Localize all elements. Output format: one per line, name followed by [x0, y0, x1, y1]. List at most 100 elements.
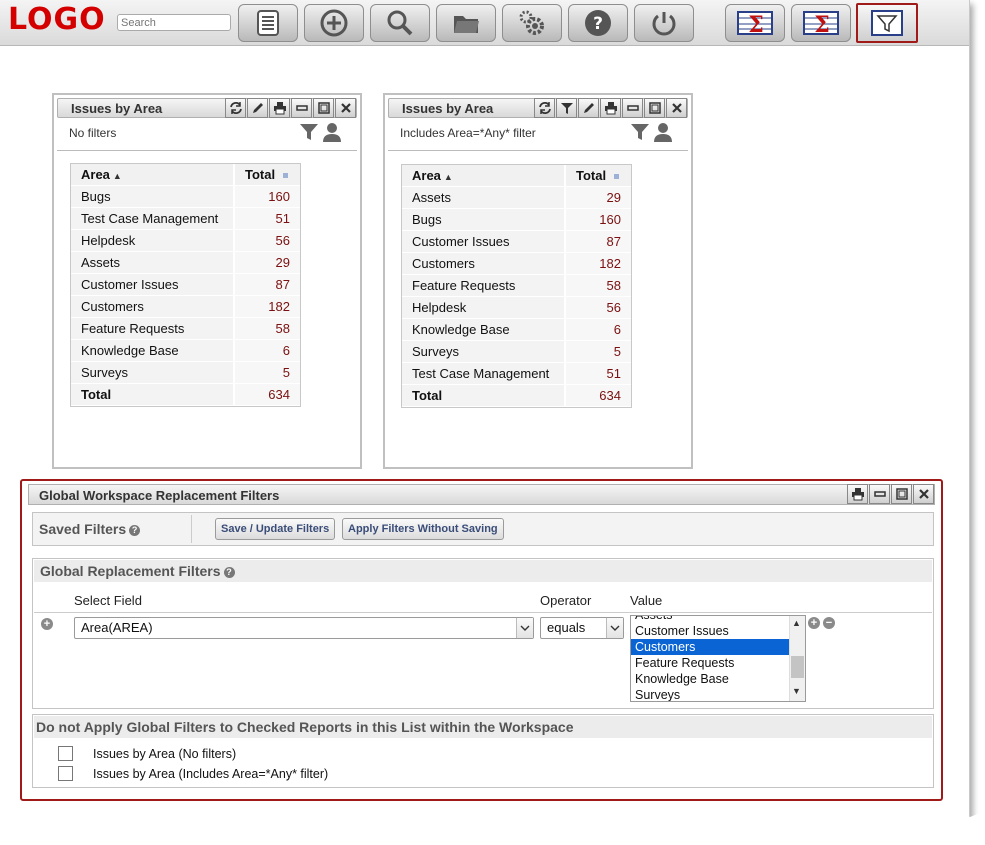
table-row[interactable]: Assets 29: [402, 187, 631, 209]
power-button[interactable]: [634, 4, 694, 42]
search-input[interactable]: [117, 14, 231, 31]
column-header-area[interactable]: Area ▲: [402, 165, 564, 187]
minimize-button[interactable]: [622, 98, 643, 118]
filter-icon[interactable]: [630, 122, 650, 142]
total-cell[interactable]: 87: [563, 231, 631, 253]
filter-icon[interactable]: [299, 122, 319, 142]
table-row[interactable]: Bugs 160: [402, 209, 631, 231]
value-option[interactable]: Knowledge Base: [631, 671, 789, 687]
help-icon[interactable]: ?: [129, 525, 141, 536]
save-update-filters-button[interactable]: Save / Update Filters: [215, 518, 336, 540]
table-row[interactable]: Bugs 160: [71, 186, 300, 208]
exclude-report-checkbox-2[interactable]: [58, 766, 73, 781]
value-option[interactable]: Assets: [631, 616, 789, 623]
user-icon[interactable]: [322, 122, 342, 142]
total-cell[interactable]: 51: [563, 363, 631, 385]
column-header-area[interactable]: Area ▲: [71, 164, 233, 186]
table-row[interactable]: Helpdesk 56: [402, 297, 631, 319]
column-header-total[interactable]: Total: [563, 165, 631, 187]
report-button-1[interactable]: Σ: [725, 4, 785, 42]
total-cell[interactable]: 160: [563, 209, 631, 231]
total-cell[interactable]: 182: [563, 253, 631, 275]
close-button[interactable]: [913, 484, 934, 504]
close-button[interactable]: [666, 98, 687, 118]
column-header-total[interactable]: Total: [232, 164, 300, 186]
report-button-2[interactable]: Σ: [791, 4, 851, 42]
minimize-button[interactable]: [869, 484, 890, 504]
value-option[interactable]: Customers: [631, 639, 789, 655]
maximize-button[interactable]: [891, 484, 912, 504]
table-row[interactable]: Customer Issues 87: [71, 274, 300, 296]
value-option[interactable]: Feature Requests: [631, 655, 789, 671]
total-value[interactable]: 634: [232, 384, 300, 406]
print-button[interactable]: [269, 98, 290, 118]
table-row[interactable]: Knowledge Base 6: [71, 340, 300, 362]
remove-value-icon[interactable]: −: [823, 617, 835, 629]
table-row[interactable]: Test Case Management 51: [402, 363, 631, 385]
total-cell[interactable]: 58: [563, 275, 631, 297]
total-cell[interactable]: 6: [563, 319, 631, 341]
apply-filters-without-saving-button[interactable]: Apply Filters Without Saving: [342, 518, 504, 540]
list-button[interactable]: [238, 4, 298, 42]
help-icon[interactable]: ?: [223, 567, 235, 578]
select-field-dropdown[interactable]: Area(AREA): [74, 617, 534, 639]
total-cell[interactable]: 6: [232, 340, 300, 362]
user-icon[interactable]: [653, 122, 673, 142]
total-cell[interactable]: 87: [232, 274, 300, 296]
total-cell[interactable]: 182: [232, 296, 300, 318]
maximize-icon: [895, 488, 908, 500]
close-button[interactable]: [335, 98, 356, 118]
table-row[interactable]: Test Case Management 51: [71, 208, 300, 230]
scrollbar-thumb[interactable]: [791, 656, 804, 678]
filter-icon: [871, 10, 903, 36]
add-filter-row-icon[interactable]: +: [41, 618, 53, 630]
refresh-button[interactable]: [225, 98, 246, 118]
gears-icon: [519, 10, 544, 35]
table-row[interactable]: Helpdesk 56: [71, 230, 300, 252]
total-value[interactable]: 634: [563, 385, 631, 407]
maximize-button[interactable]: [313, 98, 334, 118]
edit-button[interactable]: [578, 98, 599, 118]
value-option[interactable]: Customer Issues: [631, 623, 789, 639]
print-button[interactable]: [847, 484, 868, 504]
print-button[interactable]: [600, 98, 621, 118]
total-cell[interactable]: 58: [232, 318, 300, 340]
table-row[interactable]: Surveys 5: [402, 341, 631, 363]
total-cell[interactable]: 5: [232, 362, 300, 384]
value-listbox[interactable]: Assets Customer Issues Customers Feature Re…: [630, 615, 806, 702]
total-cell[interactable]: 29: [232, 252, 300, 274]
total-cell[interactable]: 56: [563, 297, 631, 319]
value-listbox-scrollbar[interactable]: ▲ ▼: [789, 616, 805, 701]
table-row[interactable]: Feature Requests 58: [402, 275, 631, 297]
global-filter-button[interactable]: [856, 3, 918, 43]
add-button[interactable]: [304, 4, 364, 42]
folder-button[interactable]: [436, 4, 496, 42]
total-cell[interactable]: 51: [232, 208, 300, 230]
refresh-button[interactable]: [534, 98, 555, 118]
filter-button[interactable]: [556, 98, 577, 118]
operator-dropdown[interactable]: equals: [540, 617, 624, 639]
table-row[interactable]: Customers 182: [402, 253, 631, 275]
table-row[interactable]: Customers 182: [71, 296, 300, 318]
total-cell[interactable]: 29: [563, 187, 631, 209]
table-row[interactable]: Feature Requests 58: [71, 318, 300, 340]
table-row[interactable]: Customer Issues 87: [402, 231, 631, 253]
total-cell[interactable]: 56: [232, 230, 300, 252]
help-button[interactable]: ?: [568, 4, 628, 42]
total-cell[interactable]: 5: [563, 341, 631, 363]
divider: [57, 150, 357, 151]
total-cell[interactable]: 160: [232, 186, 300, 208]
maximize-button[interactable]: [644, 98, 665, 118]
minimize-button[interactable]: [291, 98, 312, 118]
table-row[interactable]: Knowledge Base 6: [402, 319, 631, 341]
table-row[interactable]: Surveys 5: [71, 362, 300, 384]
settings-button[interactable]: [502, 4, 562, 42]
edit-button[interactable]: [247, 98, 268, 118]
scroll-down-icon[interactable]: ▼: [792, 686, 801, 696]
add-value-icon[interactable]: +: [808, 617, 820, 629]
scroll-up-icon[interactable]: ▲: [792, 618, 801, 628]
search-button[interactable]: [370, 4, 430, 42]
exclude-report-checkbox-1[interactable]: [58, 746, 73, 761]
table-row[interactable]: Assets 29: [71, 252, 300, 274]
value-option[interactable]: Surveys: [631, 687, 789, 701]
